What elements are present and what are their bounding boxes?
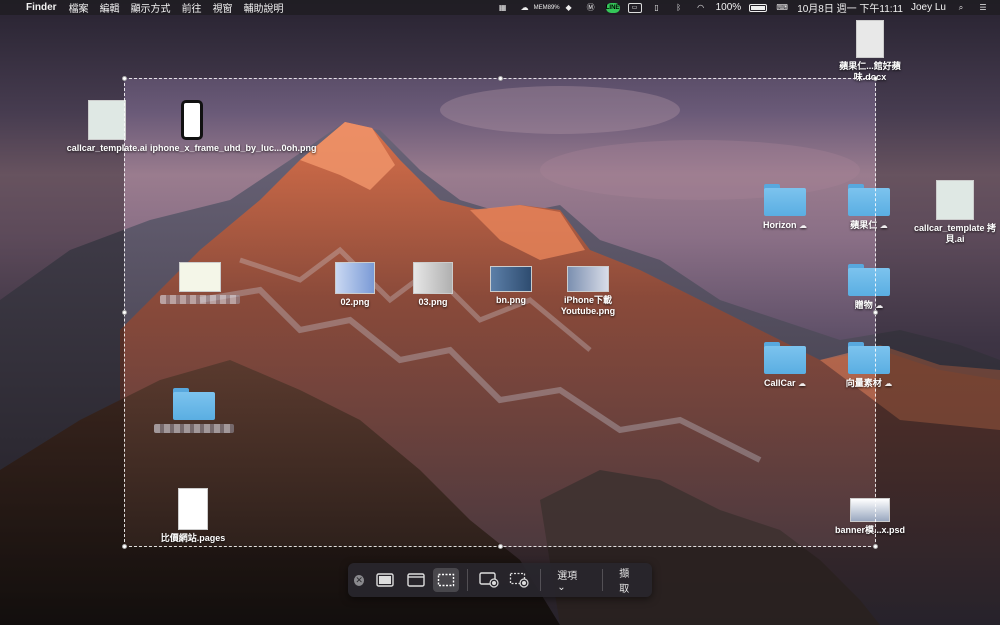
malwarebytes-icon[interactable]: Ⓜ — [584, 3, 598, 13]
toolbar-divider — [540, 569, 542, 591]
menu-edit[interactable]: 編輯 — [100, 0, 120, 15]
resize-handle-bottom-right[interactable] — [873, 544, 878, 549]
icloud-icon: ☁ — [884, 379, 893, 388]
ai-file-icon — [88, 100, 126, 140]
memory-value: 89% — [547, 4, 560, 11]
menu-extras: ▦ ☁ MEM 89% ◆ Ⓜ LINE ▭ ▯ ᛒ ◠ 100% ⌨ 10月8日… — [496, 0, 1000, 15]
close-icon[interactable]: ✕ — [354, 574, 365, 586]
chevron-down-icon: ⌄ — [557, 582, 566, 593]
icloud-icon: ☁ — [879, 221, 888, 230]
menu-window[interactable]: 視窗 — [213, 0, 233, 15]
options-menu-button[interactable]: 選項 ⌄ — [549, 567, 594, 593]
toolbar-divider — [466, 569, 468, 591]
list-icon[interactable]: ☰ — [976, 3, 990, 13]
dropbox-icon[interactable]: ◆ — [562, 3, 576, 13]
clock[interactable]: 10月8日 週一 下午11:11 — [797, 0, 903, 15]
resize-handle-top-right[interactable] — [873, 76, 878, 81]
resize-handle-bottom[interactable] — [498, 544, 503, 549]
resize-handle-right[interactable] — [873, 310, 878, 315]
record-entire-screen-button[interactable] — [476, 568, 502, 592]
bluetooth-icon[interactable]: ᛒ — [672, 3, 686, 13]
memory-icon[interactable]: MEM 89% — [534, 3, 560, 13]
ai-file-icon — [936, 180, 974, 220]
desktop-icon-callcar-template-copy[interactable]: callcar_template 拷貝.ai — [910, 180, 1000, 245]
screenshot-selection-area[interactable] — [122, 76, 878, 549]
docx-file-icon — [856, 20, 884, 58]
app-menu-finder[interactable]: Finder — [26, 2, 57, 13]
menu-help[interactable]: 輔助說明 — [244, 0, 284, 15]
menu-view[interactable]: 顯示方式 — [131, 0, 171, 15]
options-label: 選項 — [557, 571, 578, 582]
icloud-icon: ☁ — [875, 301, 884, 310]
keyboard-icon[interactable]: ⌨ — [775, 3, 789, 13]
capture-selection-button[interactable] — [432, 568, 459, 592]
airplay-icon[interactable]: ▭ — [627, 2, 642, 13]
resize-handle-top[interactable] — [498, 76, 503, 81]
capture-button[interactable]: 擷取 — [611, 565, 646, 595]
screenshot-toolbar: ✕ 選項 ⌄ 擷取 — [348, 563, 652, 597]
entire-screen-icon — [376, 573, 395, 587]
battery-percent[interactable]: 100% — [716, 2, 742, 13]
resize-handle-left[interactable] — [122, 310, 127, 315]
wifi-icon[interactable]: ◠ — [694, 3, 708, 13]
resize-handle-bottom-left[interactable] — [122, 544, 127, 549]
menu-file[interactable]: 檔案 — [69, 0, 89, 15]
record-selection-icon — [509, 572, 529, 588]
menu-go[interactable]: 前往 — [182, 0, 202, 15]
desktop-icon-docx[interactable]: 蘋果仁...館好蘋味.docx — [830, 20, 910, 83]
window-icon — [406, 573, 425, 587]
resize-handle-top-left[interactable] — [122, 76, 127, 81]
desktop-icon-label: callcar_template 拷貝.ai — [913, 223, 997, 244]
battery-level-icon[interactable] — [749, 3, 768, 12]
line-icon[interactable]: LINE — [605, 2, 620, 13]
menu-bar: Finder 檔案 編輯 顯示方式 前往 視窗 輔助說明 ▦ ☁ MEM 89% … — [0, 0, 1000, 15]
grid-icon[interactable]: ▦ — [496, 3, 510, 13]
user-name[interactable]: Joey Lu — [911, 2, 946, 13]
record-selection-button[interactable] — [506, 568, 532, 592]
battery-icon[interactable]: ▯ — [650, 3, 664, 13]
cloud-icon[interactable]: ☁ — [518, 3, 532, 13]
search-icon[interactable]: ⌕ — [954, 3, 968, 13]
capture-entire-screen-button[interactable] — [372, 568, 398, 592]
capture-window-button[interactable] — [403, 568, 429, 592]
toolbar-divider — [602, 569, 604, 591]
memory-label: MEM — [533, 4, 548, 11]
selection-icon — [437, 573, 454, 587]
record-screen-icon — [479, 572, 499, 588]
